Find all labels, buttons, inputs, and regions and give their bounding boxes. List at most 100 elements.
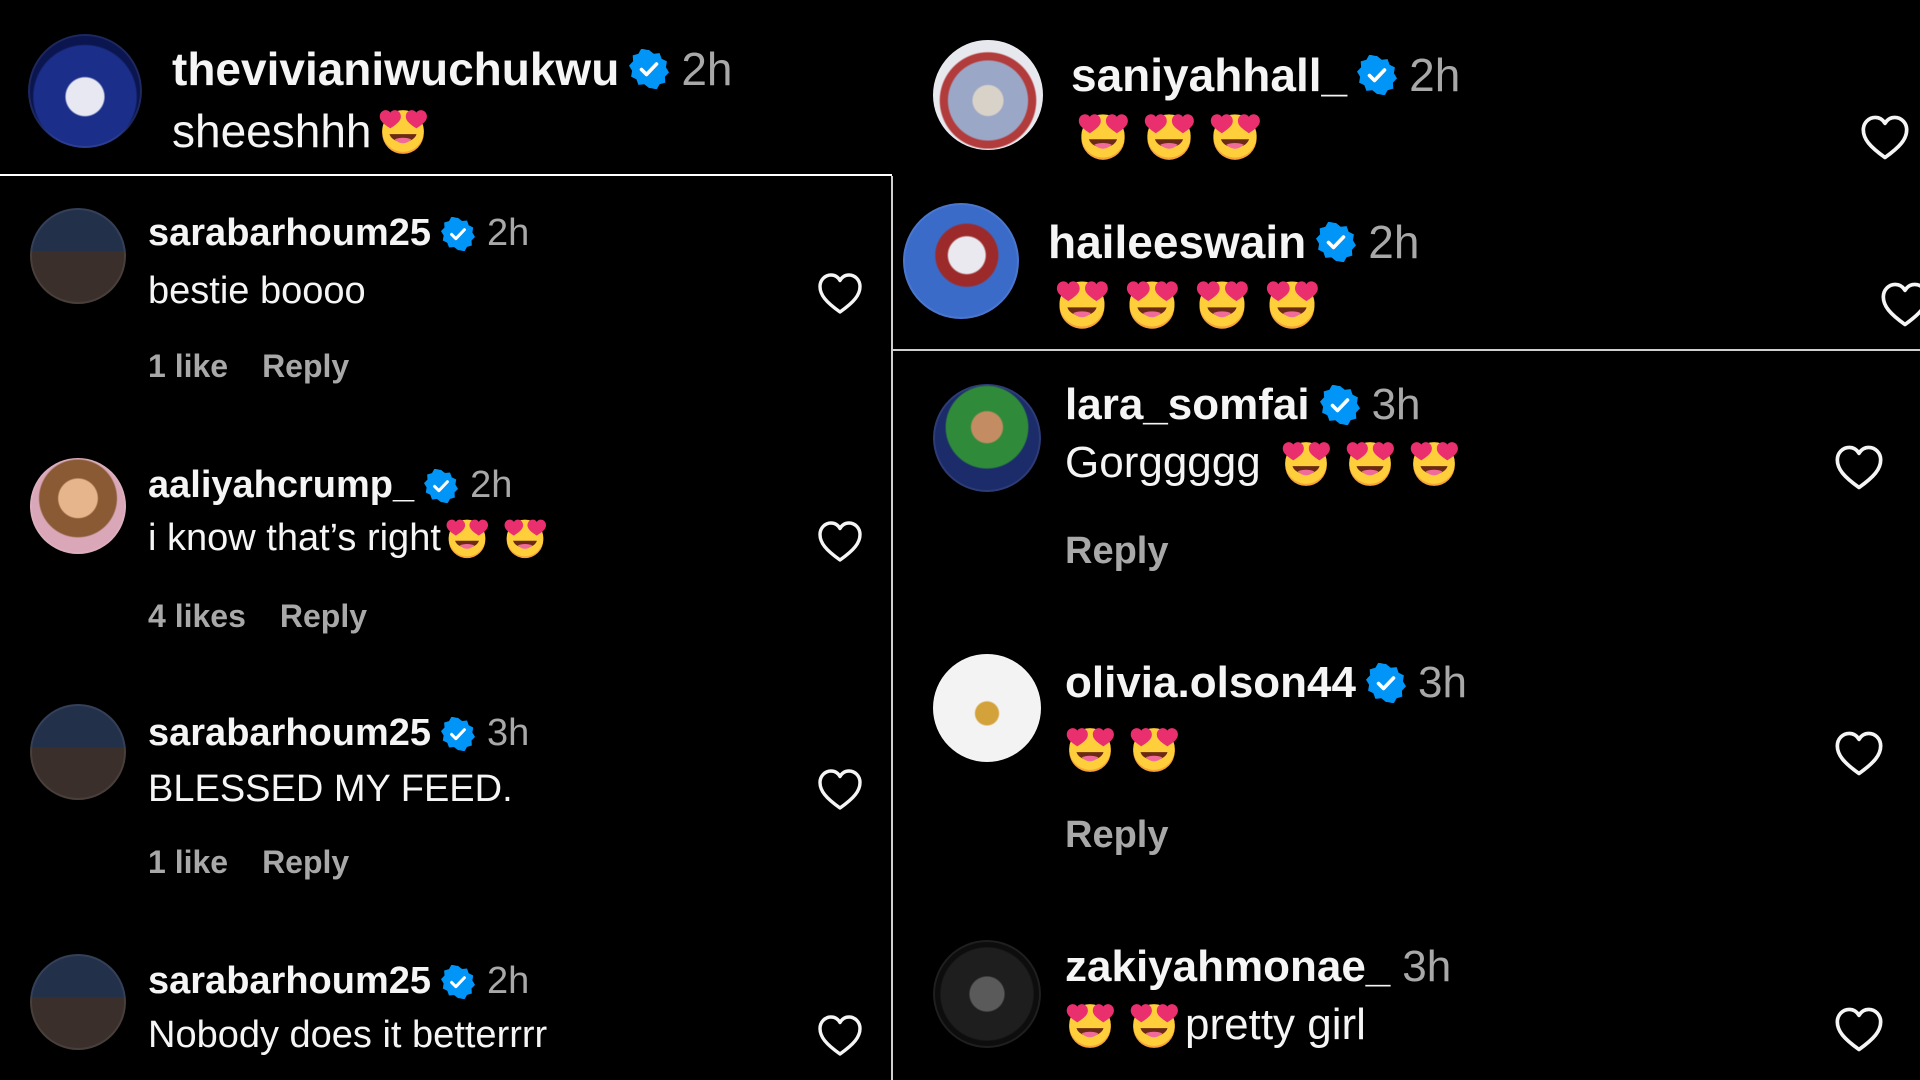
avatar[interactable] xyxy=(28,34,142,148)
verified-badge-icon xyxy=(629,49,669,89)
heart-outline-icon[interactable] xyxy=(1833,442,1885,494)
heart-outline-icon[interactable] xyxy=(816,766,864,814)
comment-header: thevivianiwuchukwu 2h xyxy=(172,42,732,96)
likes-count[interactable]: 1 like xyxy=(148,348,228,384)
avatar[interactable] xyxy=(30,704,126,800)
comment-header: sarabarhoum25 2h xyxy=(148,960,529,1003)
heart-eyes-emoji xyxy=(1195,277,1249,331)
comment-text: Gorggggg xyxy=(1065,438,1459,488)
timestamp[interactable]: 3h xyxy=(1402,942,1451,992)
username[interactable]: sarabarhoum25 xyxy=(148,712,431,755)
heart-eyes-emoji xyxy=(445,516,489,560)
timestamp[interactable]: 3h xyxy=(487,712,529,755)
heart-outline-icon[interactable] xyxy=(1879,279,1920,331)
username[interactable]: thevivianiwuchukwu xyxy=(172,42,619,96)
heart-eyes-emoji xyxy=(1065,1000,1115,1050)
heart-outline-icon[interactable] xyxy=(1833,728,1885,780)
avatar[interactable] xyxy=(30,458,126,554)
verified-badge-icon xyxy=(1366,663,1406,703)
comment-body: i know that’s right xyxy=(148,516,441,559)
divider-line xyxy=(893,349,1920,351)
comment-text: i know that’s right xyxy=(148,516,547,560)
avatar[interactable] xyxy=(933,40,1043,150)
timestamp[interactable]: 2h xyxy=(487,212,529,255)
heart-eyes-emoji xyxy=(1065,724,1115,774)
comment-header: saniyahhall_ 2h xyxy=(1071,48,1460,102)
username[interactable]: saniyahhall_ xyxy=(1071,48,1347,102)
reply-button[interactable]: Reply xyxy=(1065,530,1168,572)
comment-header: lara_somfai 3h xyxy=(1065,380,1421,430)
username[interactable]: haileeswain xyxy=(1048,215,1306,269)
comment-header: sarabarhoum25 2h xyxy=(148,212,529,255)
heart-eyes-emoji xyxy=(1077,110,1129,162)
comment-item: aaliyahcrump_ 2h i know that’s right 4 l… xyxy=(0,450,892,660)
avatar[interactable] xyxy=(933,654,1041,762)
avatar[interactable] xyxy=(903,203,1019,319)
verified-badge-icon xyxy=(441,217,475,251)
username[interactable]: zakiyahmonae_ xyxy=(1065,942,1390,992)
timestamp[interactable]: 2h xyxy=(1368,215,1419,269)
comment-body: Nobody does it betterrrr xyxy=(148,1014,548,1056)
avatar[interactable] xyxy=(933,940,1041,1048)
username[interactable]: olivia.olson44 xyxy=(1065,658,1356,708)
verified-badge-icon xyxy=(441,717,475,751)
reply-button[interactable]: Reply xyxy=(262,348,349,384)
comment-body: Gorggggg xyxy=(1065,438,1261,487)
comment-header: haileeswain 2h xyxy=(1048,215,1419,269)
likes-count[interactable]: 1 like xyxy=(148,844,228,880)
reply-button[interactable]: Reply xyxy=(1065,814,1168,856)
comment-actions: 1 like Reply xyxy=(148,844,349,881)
verified-badge-icon xyxy=(1320,385,1360,425)
comment-item: zakiyahmonae_ 3h pretty girl xyxy=(893,940,1920,1080)
heart-outline-icon[interactable] xyxy=(816,518,864,566)
top-comment: thevivianiwuchukwu 2h sheeshhh xyxy=(0,0,892,175)
username[interactable]: sarabarhoum25 xyxy=(148,212,431,255)
heart-eyes-emoji xyxy=(1345,438,1395,488)
timestamp[interactable]: 2h xyxy=(487,960,529,1003)
timestamp[interactable]: 2h xyxy=(681,42,732,96)
comment-item: sarabarhoum25 3h BLESSED MY FEED. 1 like… xyxy=(0,700,892,910)
verified-badge-icon xyxy=(1357,55,1397,95)
comment-body: sheeshhh xyxy=(172,105,372,157)
heart-eyes-emoji xyxy=(1143,110,1195,162)
comment-text: sheeshhh xyxy=(172,104,428,158)
heart-outline-icon[interactable] xyxy=(816,1012,864,1060)
comment-item: lara_somfai 3h Gorggggg Reply xyxy=(893,370,1920,610)
right-comments-panel: saniyahhall_ 2h haileeswain 2h lara_somf… xyxy=(893,0,1920,1080)
comment-text: BLESSED MY FEED. xyxy=(148,768,513,811)
comment-text: pretty girl xyxy=(1065,1000,1366,1050)
verified-badge-icon xyxy=(1316,222,1356,262)
timestamp[interactable]: 3h xyxy=(1372,380,1421,430)
timestamp[interactable]: 2h xyxy=(470,464,512,507)
heart-eyes-emoji xyxy=(1409,438,1459,488)
heart-eyes-emoji xyxy=(1125,277,1179,331)
timestamp[interactable]: 3h xyxy=(1418,658,1467,708)
comment-header: zakiyahmonae_ 3h xyxy=(1065,942,1451,992)
timestamp[interactable]: 2h xyxy=(1409,48,1460,102)
reply-button[interactable]: Reply xyxy=(280,598,367,634)
top-comment: haileeswain 2h xyxy=(893,175,1920,350)
username[interactable]: lara_somfai xyxy=(1065,380,1310,430)
comment-actions: 4 likes Reply xyxy=(148,598,367,635)
divider-line xyxy=(0,174,892,176)
avatar[interactable] xyxy=(30,208,126,304)
comment-header: olivia.olson44 3h xyxy=(1065,658,1467,708)
heart-eyes-emoji xyxy=(1129,1000,1179,1050)
heart-outline-icon[interactable] xyxy=(1833,1004,1885,1056)
comment-item: sarabarhoum25 2h Nobody does it betterrr… xyxy=(0,950,892,1080)
comment-body: pretty girl xyxy=(1185,1000,1366,1049)
heart-outline-icon[interactable] xyxy=(1859,112,1911,164)
left-comments-panel: thevivianiwuchukwu 2h sheeshhh sarabarho… xyxy=(0,0,892,1080)
reply-button[interactable]: Reply xyxy=(262,844,349,880)
comment-header: sarabarhoum25 3h xyxy=(148,712,529,755)
comment-item: olivia.olson44 3h Reply xyxy=(893,650,1920,890)
heart-eyes-emoji xyxy=(1055,277,1109,331)
username[interactable]: sarabarhoum25 xyxy=(148,960,431,1003)
avatar[interactable] xyxy=(30,954,126,1050)
comment-item: sarabarhoum25 2h bestie boooo 1 like Repl… xyxy=(0,200,892,410)
heart-outline-icon[interactable] xyxy=(816,270,864,318)
avatar[interactable] xyxy=(933,384,1041,492)
username[interactable]: aaliyahcrump_ xyxy=(148,464,414,507)
likes-count[interactable]: 4 likes xyxy=(148,598,246,634)
comment-text xyxy=(1077,110,1261,162)
